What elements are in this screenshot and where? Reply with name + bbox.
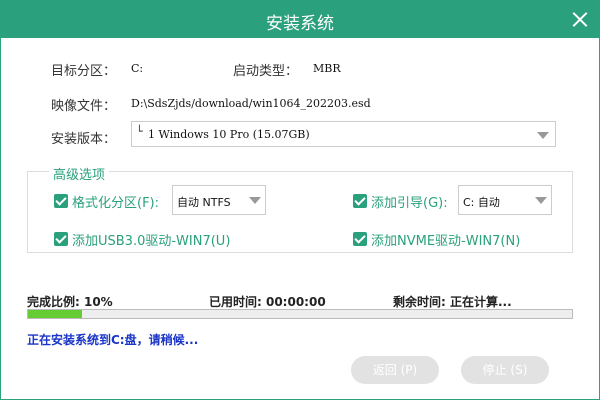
title-bar: 安装系统: [1, 1, 599, 38]
version-dropdown-value: 1 Windows 10 Pro (15.07GB): [148, 128, 310, 141]
progress-bar-fill: [28, 310, 83, 318]
add-boot-checkbox[interactable]: [353, 194, 367, 208]
add-boot-dropdown-value: C: 自动: [463, 196, 500, 209]
boot-type-label: 启动类型：: [233, 64, 299, 79]
target-partition-value: C:: [131, 62, 144, 75]
completion-ratio: 完成比例: 10%: [27, 295, 113, 309]
remaining-time: 剩余时间: 正在计算...: [393, 295, 512, 309]
window-title: 安装系统: [266, 14, 334, 34]
version-label: 安装版本：: [51, 132, 117, 147]
image-file-label: 映像文件：: [51, 99, 117, 114]
target-partition-label: 目标分区：: [51, 64, 117, 79]
usb-driver-label: 添加USB3.0驱动-WIN7(U): [72, 234, 231, 249]
format-partition-dropdown-value: 自动 NTFS: [177, 196, 231, 209]
tree-branch-icon: └: [136, 125, 143, 138]
add-boot-dropdown[interactable]: C: 自动: [458, 185, 552, 215]
progress-bar: [27, 309, 573, 319]
boot-type-value: MBR: [313, 62, 341, 75]
nvme-driver-label: 添加NVME驱动-WIN7(N): [371, 234, 521, 249]
chevron-down-icon: [249, 197, 261, 204]
format-partition-dropdown[interactable]: 自动 NTFS: [172, 185, 266, 215]
add-boot-label: 添加引导(G):: [371, 196, 448, 211]
close-icon[interactable]: [572, 11, 589, 28]
nvme-driver-checkbox[interactable]: [353, 232, 367, 246]
status-message: 正在安装系统到C:盘，请稍候...: [27, 333, 199, 347]
back-button[interactable]: 返回 (P): [351, 356, 439, 384]
stop-button[interactable]: 停止 (S): [461, 356, 549, 384]
chevron-down-icon: [537, 132, 549, 139]
installer-window: 安装系统 目标分区： C: 启动类型： MBR 映像文件： D:\SdsZjds…: [0, 0, 600, 400]
image-file-value: D:\SdsZjds/download/win1064_202203.esd: [131, 97, 371, 110]
usb-driver-checkbox[interactable]: [54, 232, 68, 246]
version-dropdown[interactable]: └ 1 Windows 10 Pro (15.07GB): [131, 121, 556, 147]
format-partition-label: 格式化分区(F):: [72, 196, 160, 211]
advanced-options-title: 高级选项: [49, 164, 110, 183]
chevron-down-icon: [535, 197, 547, 204]
elapsed-time: 已用时间: 00:00:00: [209, 295, 326, 309]
format-partition-checkbox[interactable]: [54, 194, 68, 208]
